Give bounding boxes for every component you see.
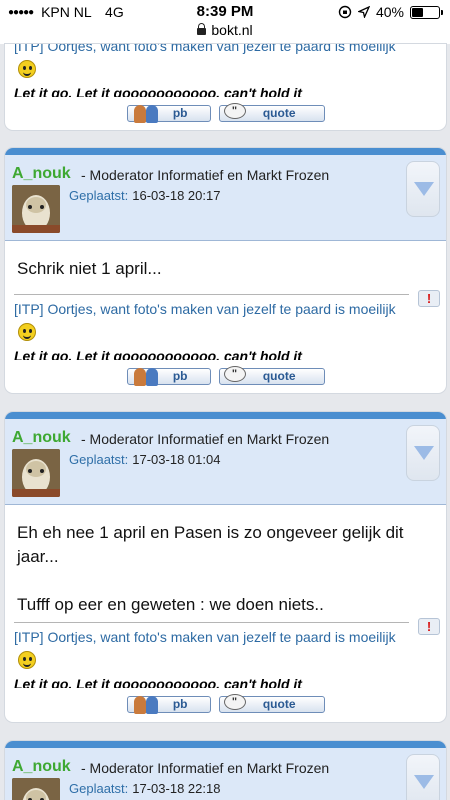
url-bar[interactable]: bokt.nl: [0, 22, 450, 44]
post: A_nouk - Moderator Informatief en Markt …: [5, 741, 446, 800]
pb-button[interactable]: pb: [126, 366, 211, 386]
signature-divider: [14, 294, 409, 295]
quote-button[interactable]: " quote: [218, 694, 325, 713]
post-header: A_nouk - Moderator Informatief en Markt …: [5, 748, 446, 800]
signature: [ITP] Oortjes, want foto's maken van jez…: [14, 626, 409, 688]
collapse-toggle-button[interactable]: [406, 425, 440, 481]
smiley-icon: [18, 60, 36, 78]
smiley-icon: [18, 651, 36, 669]
post-date: Geplaatst: 16-03-18 20:17: [69, 188, 221, 203]
smiley-icon: [18, 323, 36, 341]
post-header: A_nouk - Moderator Informatief en Markt …: [5, 419, 446, 505]
collapse-toggle-button[interactable]: [406, 754, 440, 800]
avatar[interactable]: [12, 185, 60, 233]
signature-link[interactable]: [ITP] Oortjes, want foto's maken van jez…: [14, 298, 409, 344]
avatar[interactable]: [12, 449, 60, 497]
post-message: Schrik niet 1 april...: [17, 259, 162, 278]
post: A_nouk - Moderator Informatief en Markt …: [5, 412, 446, 722]
status-icons: 40%: [338, 4, 443, 20]
author-role: - Moderator Informatief en Markt Frozen: [81, 760, 330, 776]
signature-song: Let it go. Let it gooooooooooo. can't ho…: [14, 85, 302, 97]
post-message-line: Tufff op eer en geweten : we doen niets.…: [17, 595, 324, 614]
location-arrow-icon: [357, 6, 370, 18]
orientation-lock-icon: [338, 5, 352, 19]
battery-icon: [410, 5, 443, 19]
lock-icon: [197, 23, 207, 35]
author-role: - Moderator Informatief en Markt Frozen: [81, 167, 330, 183]
post-date: Geplaatst: 17-03-18 01:04: [69, 452, 221, 467]
post-top-strip: [5, 412, 446, 419]
post-previous: [ITP] Oortjes, want foto's maken van jez…: [5, 44, 446, 130]
post: A_nouk - Moderator Informatief en Markt …: [5, 148, 446, 393]
quote-bubble-icon: ": [223, 103, 246, 119]
url-text: bokt.nl: [211, 22, 253, 38]
collapse-toggle-button[interactable]: [406, 161, 440, 217]
author-name[interactable]: A_nouk: [12, 165, 71, 183]
signature-link[interactable]: [ITP] Oortjes, want foto's maken van jez…: [14, 626, 409, 672]
post-header: A_nouk - Moderator Informatief en Markt …: [5, 155, 446, 241]
report-button[interactable]: [418, 290, 440, 307]
battery-level: [412, 7, 424, 17]
quote-bubble-icon: ": [223, 366, 246, 382]
post-top-strip: [5, 148, 446, 155]
quote-button[interactable]: " quote: [218, 103, 325, 122]
signature-link[interactable]: [ITP] Oortjes, want foto's maken van jez…: [14, 44, 414, 81]
author-role: - Moderator Informatief en Markt Frozen: [81, 431, 330, 447]
signature-song: Let it go. Let it gooooooooooo. can't ho…: [14, 348, 302, 360]
signature: [ITP] Oortjes, want foto's maken van jez…: [14, 44, 414, 97]
signature-divider: [14, 622, 409, 623]
author-name[interactable]: A_nouk: [12, 758, 71, 776]
pb-button[interactable]: pb: [126, 103, 211, 123]
post-top-strip: [5, 741, 446, 748]
pb-button[interactable]: pb: [126, 694, 211, 714]
quote-bubble-icon: ": [223, 694, 246, 710]
report-button[interactable]: [418, 618, 440, 635]
author-name[interactable]: A_nouk: [12, 429, 71, 447]
post-message: Eh eh nee 1 april en Pasen is zo ongevee…: [17, 521, 417, 617]
quote-button[interactable]: " quote: [218, 366, 325, 385]
post-actions: pb " quote: [5, 366, 446, 386]
avatar[interactable]: [12, 778, 60, 800]
signature-song: Let it go. Let it gooooooooooo. can't ho…: [14, 676, 302, 688]
post-actions: pb " quote: [5, 103, 446, 123]
post-actions: pb " quote: [5, 694, 446, 714]
signature: [ITP] Oortjes, want foto's maken van jez…: [14, 298, 409, 360]
users-icon: [132, 103, 164, 123]
battery-percent: 40%: [375, 4, 404, 20]
post-message-line: Eh eh nee 1 april en Pasen is zo ongevee…: [17, 523, 404, 566]
post-date: Geplaatst: 17-03-18 22:18: [69, 781, 221, 796]
users-icon: [132, 694, 164, 714]
users-icon: [132, 366, 164, 386]
